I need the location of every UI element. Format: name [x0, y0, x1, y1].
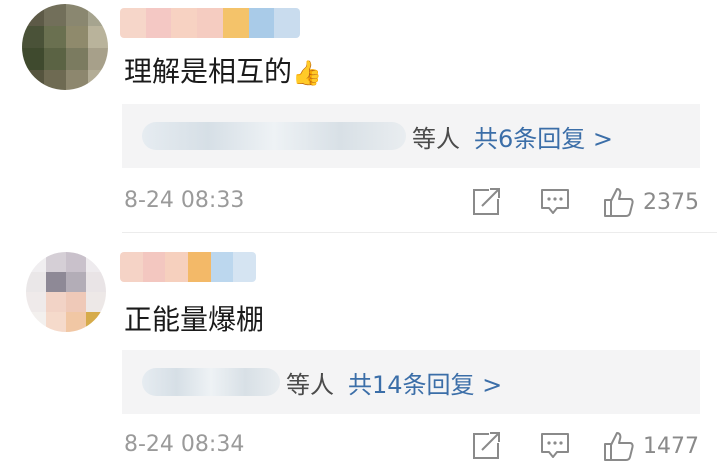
like-icon: [604, 188, 634, 217]
like-button[interactable]: 1477: [603, 430, 699, 462]
username-blurred[interactable]: [120, 252, 256, 282]
reply-suffix: 等人: [286, 370, 334, 399]
reply-suffix: 等人: [412, 124, 460, 153]
view-replies-link[interactable]: 共6条回复 >: [474, 119, 613, 154]
reply-summary[interactable]: 等人 共14条回复 >: [122, 350, 700, 414]
timestamp: 8-24 08:33: [124, 188, 245, 213]
comment-text: 正能量爆棚: [124, 298, 264, 338]
replier-names-blurred: [142, 368, 280, 396]
comment-item: 理解是相互的👍 等人 共6条回复 > 8-24 08:33 2375: [0, 0, 717, 232]
share-icon[interactable]: [472, 186, 502, 216]
timestamp: 8-24 08:34: [124, 432, 245, 457]
comment-text: 理解是相互的👍: [124, 50, 322, 90]
comment-footer: 8-24 08:34 1477: [0, 428, 717, 464]
comment-icon[interactable]: [540, 430, 570, 460]
replier-names-blurred: [142, 122, 406, 150]
comment-icon[interactable]: [540, 186, 570, 216]
username-blurred[interactable]: [120, 8, 300, 38]
reply-summary[interactable]: 等人 共6条回复 >: [122, 104, 700, 168]
share-icon[interactable]: [472, 430, 502, 460]
like-count: 1477: [643, 433, 699, 459]
comment-footer: 8-24 08:33 2375: [0, 184, 717, 220]
comment-body: 理解是相互的: [124, 55, 293, 88]
like-icon: [604, 432, 634, 461]
view-replies-link[interactable]: 共14条回复 >: [348, 365, 502, 400]
avatar[interactable]: [22, 4, 108, 90]
like-button[interactable]: 2375: [603, 186, 699, 218]
thumbs-up-emoji: 👍: [292, 59, 322, 87]
like-count: 2375: [643, 189, 699, 215]
comment-item: 正能量爆棚 等人 共14条回复 > 8-24 08:34 1477: [0, 232, 717, 469]
avatar[interactable]: [26, 252, 106, 332]
comment-body: 正能量爆棚: [124, 303, 265, 336]
